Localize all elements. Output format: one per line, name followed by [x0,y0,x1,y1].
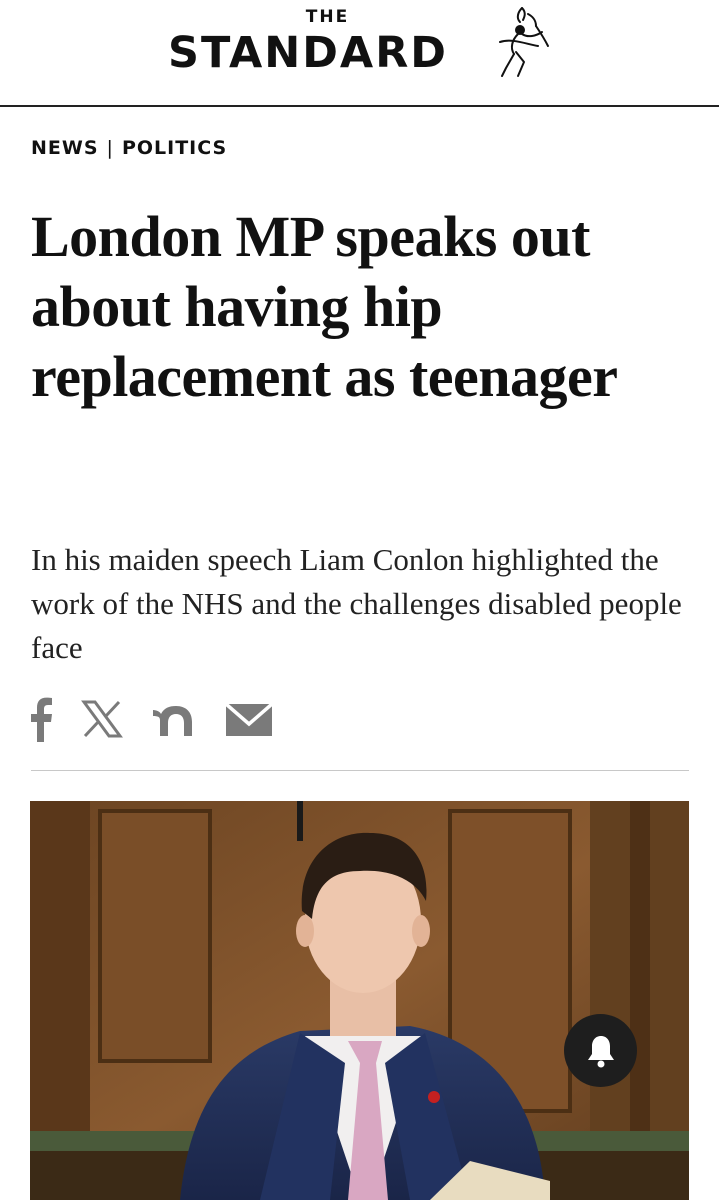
divider [31,770,689,771]
hero-image[interactable] [30,801,689,1200]
breadcrumb-politics[interactable]: POLITICS [122,137,227,159]
masthead-the: THE [305,7,350,27]
notification-button[interactable] [564,1014,637,1087]
breadcrumb: NEWS | POLITICS [31,137,227,159]
eros-statue-icon [499,7,549,77]
breadcrumb-separator: | [106,137,114,159]
bell-icon [587,1035,614,1067]
article-headline: London MP speaks out about having hip re… [31,204,618,409]
masthead: THE STANDARD [0,0,719,107]
article-standfirst: In his maiden speech Liam Conlon highlig… [31,542,682,665]
breadcrumb-news[interactable]: NEWS [31,137,99,159]
x-icon[interactable] [80,696,124,742]
email-icon[interactable] [224,696,274,742]
facebook-icon[interactable] [29,696,53,742]
masthead-title[interactable]: STANDARD [168,28,448,78]
nextdoor-icon[interactable] [151,696,197,742]
share-bar [29,694,274,744]
photo-of-mp-in-commons [30,801,689,1200]
